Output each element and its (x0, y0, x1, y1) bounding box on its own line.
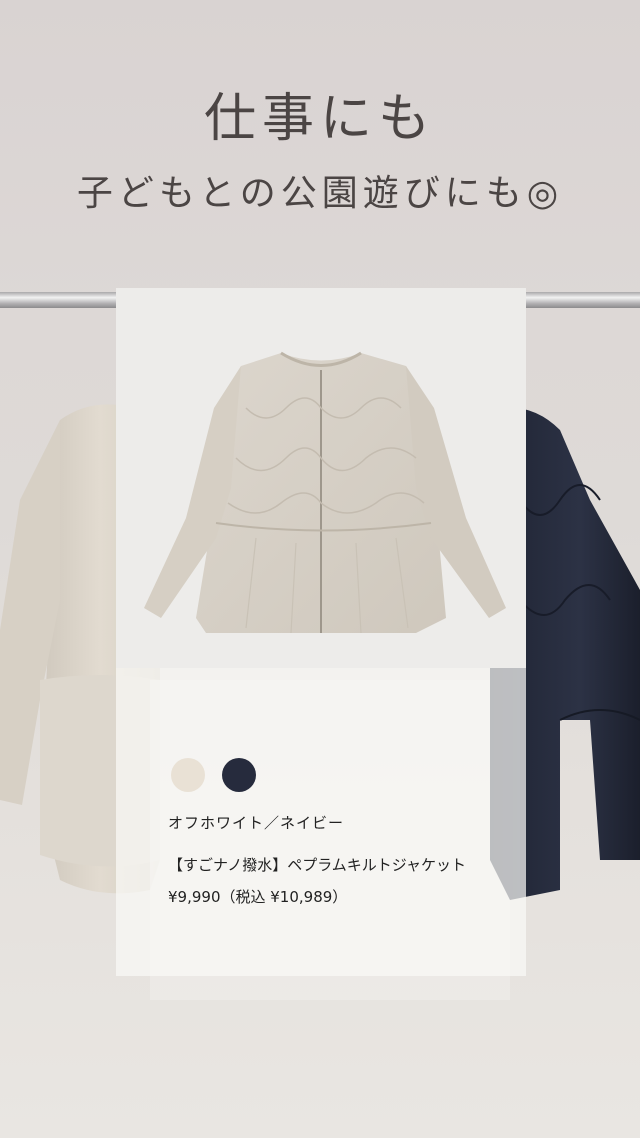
color-swatches (171, 758, 268, 794)
swatch-off-white[interactable] (171, 758, 205, 792)
product-name: 【すごナノ撥水】ペプラムキルトジャケット (168, 856, 467, 874)
headline-line-2: 子どもとの公園遊びにも◎ (76, 173, 564, 214)
product-price: ¥9,990（税込 ¥10,989） (168, 888, 348, 906)
color-names: オフホワイト／ネイビー (168, 814, 345, 832)
jacket-product-image (144, 351, 506, 634)
headline: 仕事にも 子どもとの公園遊びにも◎ (0, 84, 640, 224)
product-card[interactable]: オフホワイト／ネイビー 【すごナノ撥水】ペプラムキルトジャケット ¥9,990（… (116, 288, 526, 976)
headline-line-1: 仕事にも (203, 89, 436, 149)
product-image-area (116, 288, 526, 668)
swatch-navy[interactable] (222, 758, 257, 792)
